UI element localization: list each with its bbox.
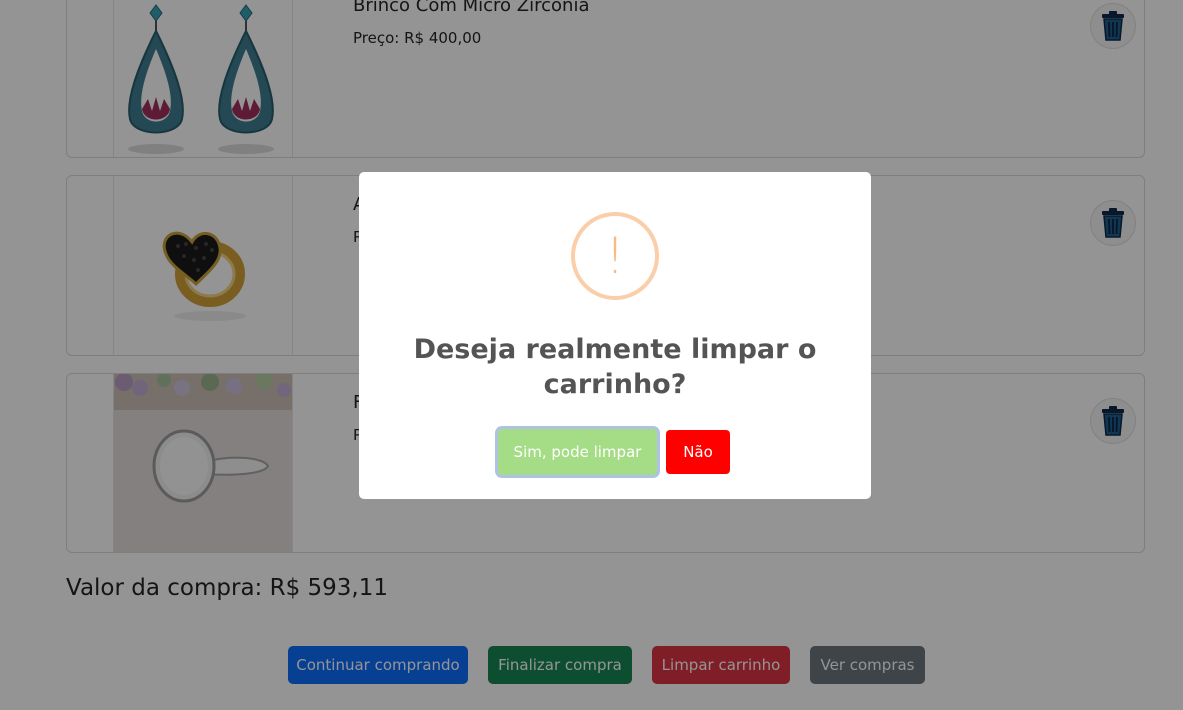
warning-icon-glyph: !: [604, 227, 626, 285]
confirm-dialog: ! Deseja realmente limpar o carrinho? Si…: [359, 172, 871, 499]
confirm-clear-button[interactable]: Sim, pode limpar: [498, 429, 657, 475]
warning-icon: !: [571, 212, 659, 300]
dialog-title: Deseja realmente limpar o carrinho?: [413, 334, 817, 400]
cancel-button[interactable]: Não: [666, 430, 730, 474]
